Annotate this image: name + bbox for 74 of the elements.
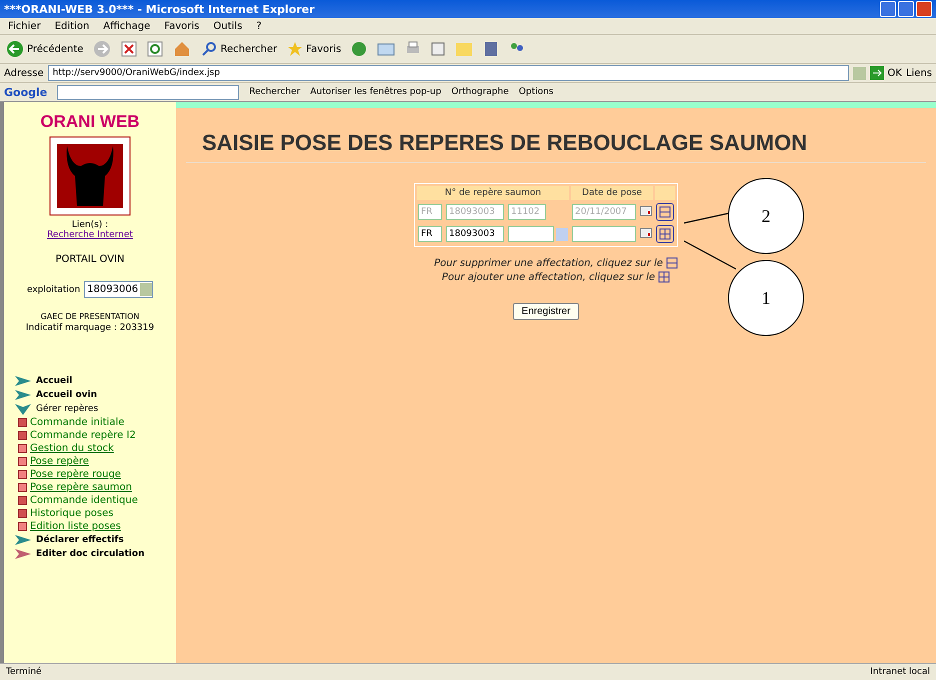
leader-line — [684, 211, 730, 225]
refresh-icon[interactable] — [147, 41, 164, 57]
star-icon — [287, 41, 304, 57]
nav-item[interactable]: Editer doc circulation — [14, 548, 176, 560]
owner-label: GAEC DE PRESENTATION — [40, 312, 140, 321]
nav-subitem[interactable]: Pose repère — [14, 456, 176, 467]
search-button[interactable]: Rechercher — [201, 41, 278, 57]
search-icon — [201, 41, 218, 57]
save-button[interactable]: Enregistrer — [512, 303, 580, 320]
nav-item[interactable]: Accueil — [14, 375, 176, 387]
remove-button[interactable] — [656, 203, 674, 221]
favorites-button[interactable]: Favoris — [287, 41, 342, 57]
google-search-field[interactable] — [57, 84, 240, 100]
menu-item[interactable]: Fichier — [8, 20, 41, 32]
options-button[interactable]: Options — [518, 87, 554, 97]
date-field[interactable] — [572, 226, 636, 242]
nav-subitem[interactable]: Pose repère rouge — [14, 469, 176, 480]
farm-label: exploitation — [26, 284, 80, 294]
zone-text: Intranet local — [870, 667, 930, 677]
menu-item[interactable]: Affichage — [103, 20, 150, 32]
plus-icon — [659, 228, 671, 240]
address-label: Adresse — [4, 68, 44, 78]
calendar-icon[interactable] — [640, 206, 652, 216]
farm-number-field[interactable]: 18093003 — [446, 226, 504, 242]
minus-icon — [659, 206, 671, 218]
nav-subitem[interactable]: Edition liste poses — [14, 521, 176, 532]
plus-icon — [658, 271, 670, 283]
address-field[interactable]: http://serv9000/OraniWebG/index.jsp — [48, 65, 848, 81]
nav-item[interactable]: Gérer repères — [14, 403, 176, 415]
nav-subitem[interactable]: Commande identique — [14, 495, 176, 506]
menu-item[interactable]: Outils — [213, 20, 242, 32]
brand-title: ORANI WEB — [40, 112, 140, 132]
farm-select[interactable]: 18093006 — [84, 281, 154, 298]
column-header: Date de pose — [571, 186, 653, 200]
status-text: Terminé — [6, 667, 42, 677]
nav-subitem[interactable]: Pose repère saumon — [14, 482, 176, 493]
menu-item[interactable]: Favoris — [164, 20, 200, 32]
minus-icon — [666, 257, 678, 269]
nav-subitem[interactable]: Commande initiale — [14, 417, 176, 428]
window-title: ***ORANI-WEB 3.0*** - Microsoft Internet Explorer — [4, 2, 315, 16]
hint-text: Pour ajouter une affectation, cliquez sur le — [442, 272, 656, 282]
nav-item[interactable]: Déclarer effectifs — [14, 534, 176, 546]
stop-icon[interactable] — [121, 41, 138, 57]
add-button[interactable] — [656, 225, 674, 243]
nav-subitem[interactable]: Historique poses — [14, 508, 176, 519]
calendar-icon[interactable] — [640, 228, 652, 238]
google-logo: Google — [4, 86, 48, 98]
column-header: N° de repère saumon — [417, 186, 569, 200]
mail-icon[interactable] — [377, 41, 396, 57]
leader-line — [684, 240, 736, 270]
portal-label: PORTAIL OVIN — [56, 254, 124, 265]
menu-item[interactable]: Edition — [54, 20, 90, 32]
marking-label: Indicatif marquage : 203319 — [26, 323, 154, 333]
menu-item[interactable]: ? — [256, 20, 262, 32]
minimize-button[interactable] — [880, 1, 896, 17]
nav-item[interactable]: Accueil ovin — [14, 389, 176, 401]
hint-text: Pour supprimer une affectation, cliquez sur le — [434, 258, 663, 268]
links-label: Lien(s) : — [72, 220, 108, 230]
close-button[interactable] — [916, 1, 932, 17]
search-link[interactable]: Recherche Internet — [47, 230, 133, 240]
links-label[interactable]: Liens — [906, 68, 932, 78]
go-label[interactable]: OK — [888, 68, 902, 78]
nav-subitem[interactable]: Gestion du stock — [14, 443, 176, 454]
spelling-button[interactable]: Orthographe — [451, 87, 509, 97]
page-title: SAISIE POSE DES REPERES DE REBOUCLAGE SAUMON — [186, 130, 926, 163]
nav-subitem[interactable]: Commande repère I2 — [14, 430, 176, 441]
popup-blocker-button[interactable]: Autoriser les fenêtres pop-up — [310, 87, 442, 97]
home-icon[interactable] — [173, 41, 192, 57]
callout-circle: 2 — [728, 178, 804, 254]
maximize-button[interactable] — [898, 1, 914, 17]
country-field[interactable]: FR — [418, 226, 442, 242]
callout-circle: 1 — [728, 260, 804, 336]
google-search-button[interactable]: Rechercher — [249, 87, 300, 97]
back-button[interactable]: Précédente — [6, 40, 84, 58]
